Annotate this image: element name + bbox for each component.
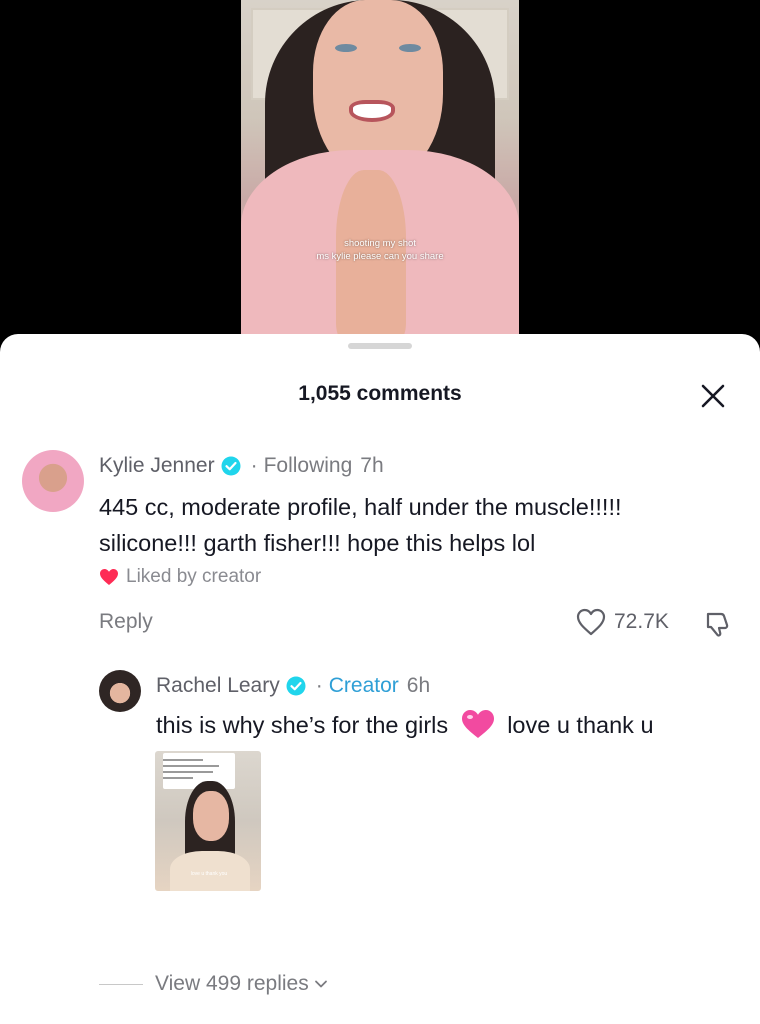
creator-label: Creator [328,674,399,697]
thumbnail-caption: love u thank you [190,871,228,877]
comment-author[interactable]: Rachel Leary [156,674,280,698]
reply-button[interactable]: Reply [99,610,153,634]
divider [99,983,143,985]
avatar[interactable] [22,450,84,512]
video-frame[interactable]: shooting my shot ms kylie please can you… [241,0,519,334]
eye [399,44,421,52]
view-replies-button[interactable]: View 499 replies [99,972,329,996]
quoted-text-line [163,771,213,773]
video-caption-line1: shooting my shot [344,238,416,249]
liked-by-label: Liked by creator [126,566,262,587]
avatar[interactable] [99,670,141,712]
chevron-down-icon [314,980,327,988]
close-icon [701,384,725,408]
comment-text-line: 445 cc, moderate profile, half under the… [99,494,622,520]
separator-dot: · [250,454,258,477]
thumbnail-face [193,791,229,841]
thumbs-down-icon [706,612,729,637]
quoted-text-line [163,765,219,767]
reply-video-thumbnail[interactable]: love u thank you [155,751,261,891]
liked-by-creator: Liked by creator [99,566,261,588]
dislike-button[interactable] [702,608,734,640]
comment-text-part: love u thank u [507,712,654,738]
verified-badge-icon [286,676,306,696]
like-button[interactable]: 72.7K [576,608,669,636]
video-player[interactable]: shooting my shot ms kylie please can you… [0,0,760,340]
comment-text-part: this is why she’s for the girls [156,712,449,738]
like-count: 72.7K [614,610,669,633]
eye [335,44,357,52]
close-button[interactable] [698,381,728,411]
pink-heart-emoji-icon [461,710,494,738]
comment-time: 7h [360,454,384,477]
comment-meta: Rachel Leary · Creator 6h [156,674,430,698]
relationship-label: Following [263,454,353,477]
comment-text-line: silicone!!! garth fisher!!! hope this he… [99,530,536,556]
comment-time: 6h [406,674,431,697]
heart-outline-icon [576,608,606,636]
mouth [349,100,395,122]
comment-author[interactable]: Kylie Jenner [99,454,215,478]
comments-count-title: 1,055 comments [298,382,462,405]
video-caption-line2: ms kylie please can you share [316,251,444,262]
heart-icon [100,569,118,585]
comment-meta: Kylie Jenner · Following 7h [99,454,384,478]
quoted-text-line [163,777,193,779]
comments-sheet: 1,055 comments Kylie Jenner · Following … [0,334,760,1024]
quoted-text-line [163,759,203,761]
separator-dot: · [315,674,323,697]
verified-badge-icon [221,456,241,476]
sheet-drag-handle[interactable] [348,343,412,349]
view-replies-label: View 499 replies [155,972,309,995]
comment-text: this is why she’s for the girls love u t… [156,707,654,743]
